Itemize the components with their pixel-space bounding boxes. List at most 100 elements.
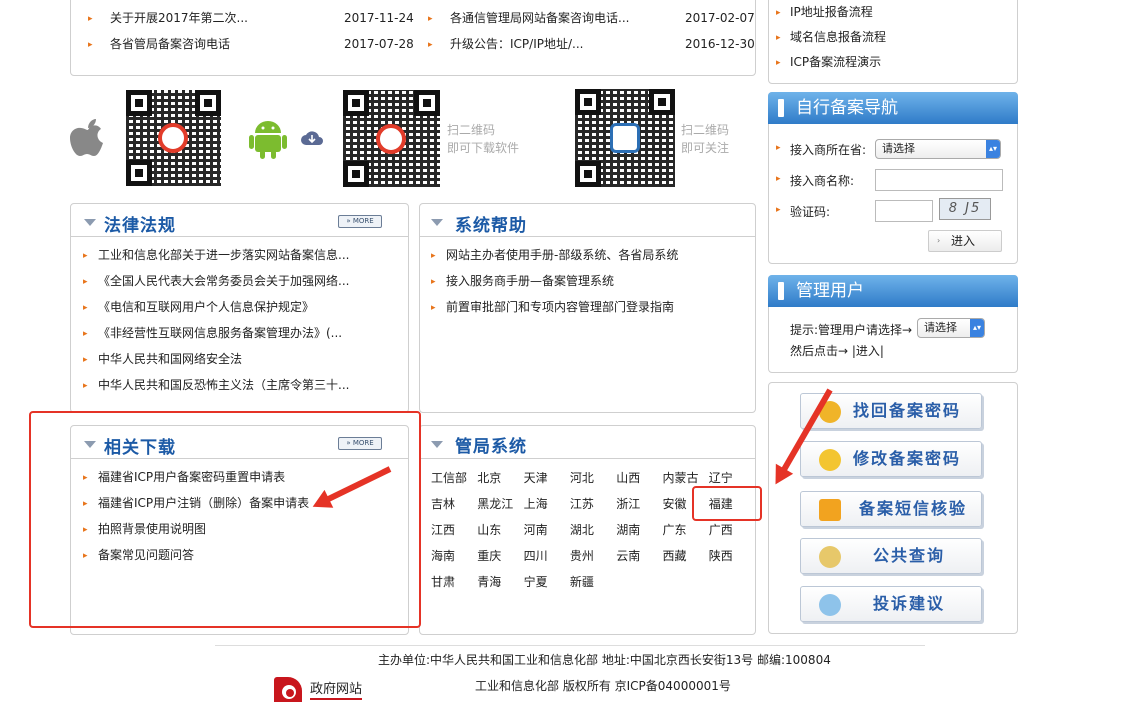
news-date: 2017-02-07 [685,11,755,25]
list-item[interactable]: 中华人民共和国网络安全法 [98,349,242,369]
bureau-link[interactable]: 江西 [431,520,471,540]
annotation-box-fujian [692,486,762,521]
bureau-link[interactable]: 河南 [524,520,564,540]
bureau-link[interactable]: 四川 [524,546,564,566]
bullet-icon: ▸ [83,251,88,261]
list-item[interactable]: 工业和信息化部关于进一步落实网站备案信息... [98,245,349,265]
query-icon [819,546,841,568]
bureau-link[interactable]: 内蒙古 [663,468,703,488]
bullet-icon: ▸ [83,381,88,391]
province-select[interactable]: 请选择 ▴▾ [875,139,1001,159]
laws-more-button[interactable]: » MORE [338,215,382,228]
bureau-link[interactable]: 辽宁 [709,468,749,488]
bureau-link[interactable]: 湖北 [570,520,610,540]
admin-hint: 提示:管理用户请选择→ [790,323,913,337]
process-link[interactable]: 域名信息报备流程 [790,27,886,47]
bullet-icon: ▸ [428,14,433,24]
list-item[interactable]: 《非经营性互联网信息服务备案管理办法》(... [98,323,342,343]
news-link[interactable]: 升级公告：ICP/IP地址/... [450,34,583,54]
footer-line-2: 工业和信息化部 版权所有 京ICP备04000001号 [475,679,731,693]
bureaus-title: 管局系统 [455,437,527,457]
bullet-icon: ▸ [83,329,88,339]
qr-caption: 扫二维码 即可下载软件 [447,123,520,155]
bullet-icon: ▸ [776,8,781,18]
apple-icon[interactable] [70,118,106,160]
province-label: 接入商所在省: [790,143,867,157]
chevron-updown-icon: ▴▾ [986,140,1000,158]
bureau-link[interactable]: 新疆 [570,572,610,592]
qr-caption: 扫二维码 即可关注 [681,123,730,155]
help-title: 系统帮助 [455,216,527,236]
bullet-icon: ▸ [83,303,88,313]
bureau-link[interactable]: 贵州 [570,546,610,566]
bullet-icon: ▸ [88,14,93,24]
list-item[interactable]: 网站主办者使用手册-部级系统、各省局系统 [446,245,678,265]
bureau-link[interactable]: 浙江 [616,494,656,514]
bureau-link[interactable]: 甘肃 [431,572,471,592]
captcha-label: 验证码: [790,205,831,219]
cloud-download-icon[interactable] [300,130,324,146]
list-item[interactable]: 《全国人民代表大会常务委员会关于加强网络... [98,271,349,291]
process-link[interactable]: ICP备案流程演示 [790,52,881,72]
bullet-icon: ▸ [431,251,436,261]
provider-name-input[interactable] [875,169,1003,191]
android-icon[interactable] [249,117,287,159]
bureau-link[interactable]: 北京 [477,468,517,488]
captcha-input[interactable] [875,200,933,222]
bureau-link[interactable]: 上海 [524,494,564,514]
news-date: 2017-11-24 [344,11,414,25]
lock-icon [819,449,841,471]
news-link[interactable]: 各通信管理局网站备案咨询电话... [450,8,629,28]
gov-site-logo-icon[interactable] [274,677,302,702]
bureau-link[interactable]: 湖南 [616,520,656,540]
bureau-link[interactable]: 宁夏 [524,572,564,592]
gov-site-logo-text[interactable]: 政府网站 [310,682,363,700]
bureau-link[interactable]: 海南 [431,546,471,566]
admin-header: 管理用户 [768,275,1018,307]
bureau-link[interactable]: 山东 [477,520,517,540]
list-item[interactable]: 《电信和互联网用户个人信息保护规定》 [98,297,314,317]
list-item[interactable]: 接入服务商手册—备案管理系统 [446,271,614,291]
bullet-icon: ▸ [776,33,781,43]
list-item[interactable]: 中华人民共和国反恐怖主义法（主席令第三十... [98,375,349,395]
bureau-link[interactable]: 青海 [477,572,517,592]
news-date: 2016-12-30 [685,37,755,51]
bureau-link[interactable]: 云南 [616,546,656,566]
bureau-link[interactable]: 广东 [663,520,703,540]
public-query-button[interactable]: 公共查询 [800,538,982,574]
bullet-icon: ▸ [83,277,88,287]
bureau-link[interactable]: 工信部 [431,468,471,488]
laws-title: 法律法规 [104,216,176,236]
bureau-link[interactable]: 河北 [570,468,610,488]
sms-verify-button[interactable]: 备案短信核验 [800,491,982,527]
sms-icon [819,499,841,521]
bureau-link[interactable]: 黑龙江 [477,494,517,514]
bureau-link[interactable]: 吉林 [431,494,471,514]
list-item[interactable]: 前置审批部门和专项内容管理部门登录指南 [446,297,674,317]
news-link[interactable]: 关于开展2017年第二次... [110,8,248,28]
change-password-button[interactable]: 修改备案密码 [800,441,982,477]
chevron-updown-icon: ▴▾ [970,319,984,337]
bureau-link[interactable]: 西藏 [663,546,703,566]
bullet-icon: ▸ [88,40,93,50]
bureau-link[interactable]: 广西 [709,520,749,540]
captcha-image[interactable]: 8 J5 [939,198,991,220]
annotation-box-downloads [29,411,421,628]
nav-header: 自行备案导航 [768,92,1018,124]
bureau-link[interactable]: 天津 [524,468,564,488]
bullet-icon: ▸ [431,277,436,287]
bureau-link[interactable]: 江苏 [570,494,610,514]
bureau-link[interactable]: 山西 [616,468,656,488]
footer-line-1: 主办单位:中华人民共和国工业和信息化部 地址:中国北京西长安街13号 邮编:10… [378,653,831,667]
news-link[interactable]: 各省管局备案咨询电话 [110,34,230,54]
bullet-icon: ▸ [428,40,433,50]
enter-button[interactable]: › 进入 [928,230,1002,252]
bureau-link[interactable]: 陕西 [709,546,749,566]
admin-hint-2: 然后点击→ |进入| [790,344,884,358]
news-date: 2017-07-28 [344,37,414,51]
admin-select[interactable]: 请选择 ▴▾ [917,318,985,338]
bureau-link[interactable]: 重庆 [477,546,517,566]
process-link[interactable]: IP地址报备流程 [790,2,873,22]
bullet-icon: ▸ [83,355,88,365]
complaint-button[interactable]: 投诉建议 [800,586,982,622]
